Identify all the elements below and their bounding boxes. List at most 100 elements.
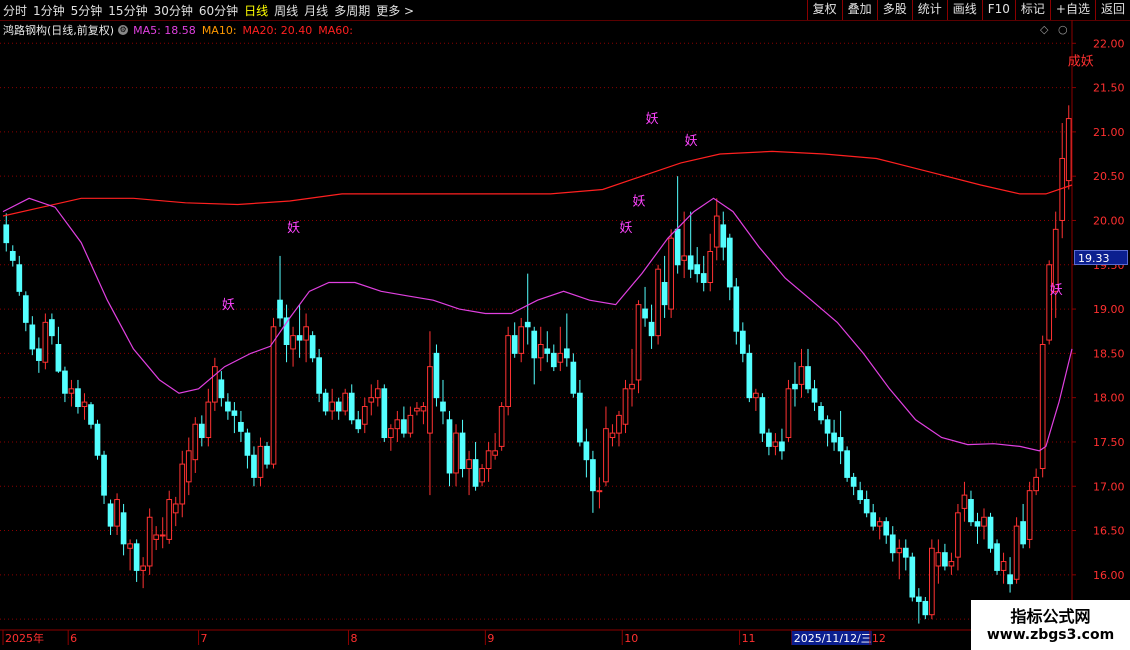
candle-body: [883, 521, 890, 536]
candle-body: [518, 326, 525, 354]
candle-body: [120, 512, 127, 545]
candle-body: [36, 348, 42, 361]
candle-body: [681, 255, 688, 261]
candle-body: [401, 419, 407, 434]
candle-body: [368, 397, 375, 403]
watermark-line1: 指标公式网: [1010, 607, 1091, 626]
candle-body: [968, 499, 974, 523]
candle-body: [550, 352, 557, 368]
candle-body: [974, 521, 981, 527]
candle-body: [231, 410, 238, 416]
candle-body: [16, 264, 23, 292]
candle-body: [492, 450, 498, 456]
candle-body: [889, 534, 896, 554]
x-tick-label: 11: [742, 632, 756, 645]
candle-body: [107, 503, 114, 527]
candle-body: [88, 404, 94, 425]
candle-body: [238, 421, 244, 432]
candle-body: [531, 330, 538, 359]
candle-body: [524, 321, 531, 328]
yao-signal: 妖: [646, 112, 659, 127]
x-tick-label: 10: [624, 632, 638, 645]
candle-body: [844, 450, 850, 478]
candle-body: [303, 326, 309, 341]
candle-body: [179, 463, 186, 505]
cheng-yao-signal: 成妖: [1068, 54, 1094, 69]
yao-signal: 妖: [619, 221, 632, 236]
candle-body: [596, 490, 603, 493]
candlestick-chart[interactable]: 22.0021.5021.0020.5020.0019.5019.0018.50…: [0, 0, 1130, 650]
x-tick-label: 2025年: [5, 631, 44, 645]
candle-body: [1007, 574, 1013, 585]
candle-body: [922, 600, 929, 616]
watermark-line2: www.zbgs3.com: [986, 627, 1115, 643]
candle-body: [942, 552, 948, 567]
candle-body: [270, 326, 277, 465]
candle-body: [322, 392, 329, 412]
candle-body: [733, 286, 740, 332]
candle-body: [498, 406, 505, 447]
candle-body: [661, 281, 668, 306]
candle-body: [915, 596, 922, 602]
candle-body: [902, 547, 909, 558]
candle-body: [557, 352, 564, 363]
candle-body: [42, 321, 49, 363]
candle-body: [198, 423, 205, 439]
candle-body: [381, 388, 388, 439]
candle-body: [420, 406, 427, 412]
yao-signal: 妖: [633, 194, 646, 209]
candle-body: [570, 361, 577, 394]
candle-body: [792, 383, 798, 390]
candle-body: [655, 268, 661, 337]
candle-body: [257, 445, 264, 478]
candle-body: [746, 352, 753, 399]
candle-body: [635, 304, 642, 381]
candle-body: [68, 388, 75, 394]
candle-body: [766, 432, 772, 447]
candle-body: [674, 228, 681, 266]
candle-body: [987, 516, 994, 549]
candle-body: [49, 319, 55, 337]
candle-body: [837, 437, 844, 452]
candle-body: [961, 494, 968, 509]
candle-body: [1013, 525, 1020, 580]
candle-body: [1000, 561, 1007, 571]
candle-body: [94, 423, 101, 456]
candle-body: [440, 401, 446, 412]
candle-body: [505, 335, 512, 408]
candle-body: [857, 490, 864, 501]
candle-body: [466, 459, 472, 470]
candle-body: [153, 534, 160, 540]
candle-body: [563, 348, 570, 359]
candle-body: [863, 499, 870, 514]
candle-body: [472, 459, 479, 487]
y-tick-label: 21.00: [1093, 126, 1125, 139]
candle-body: [603, 428, 609, 483]
candle-body: [394, 419, 401, 430]
candle-body: [948, 561, 955, 567]
candle-body: [896, 547, 903, 554]
candle-body: [929, 547, 935, 616]
candle-body: [811, 388, 818, 403]
x-tick-label: 8: [350, 632, 357, 645]
candle-body: [290, 335, 296, 350]
candle-body: [1033, 476, 1039, 492]
candle-body: [577, 392, 583, 443]
candle-body: [407, 414, 414, 434]
x-tick-label: 7: [201, 632, 208, 645]
y-tick-label: 21.50: [1093, 82, 1125, 95]
candle-body: [694, 264, 701, 275]
candle-body: [244, 432, 251, 456]
candle-body: [22, 295, 29, 323]
candle-body: [361, 406, 368, 425]
candle-body: [316, 357, 322, 394]
candle-body: [433, 352, 440, 399]
candle-body: [264, 445, 270, 465]
candle-body: [583, 441, 590, 461]
candle-body: [831, 432, 837, 443]
current-price-label: 19.33: [1074, 250, 1128, 265]
candle-body: [225, 401, 231, 412]
y-tick-label: 18.50: [1093, 347, 1125, 360]
candle-body: [309, 335, 316, 359]
candle-body: [329, 401, 336, 412]
